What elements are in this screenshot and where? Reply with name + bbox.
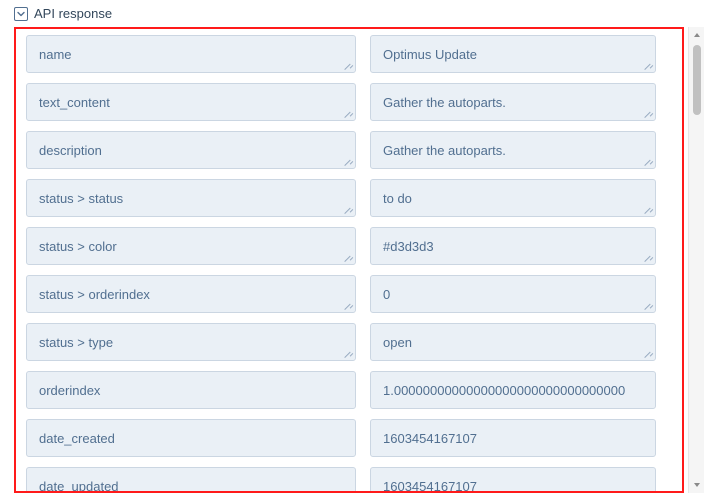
field-key[interactable]: status > orderindex xyxy=(26,275,356,313)
field-key[interactable]: date_created xyxy=(26,419,356,457)
response-row: description Gather the autoparts. xyxy=(26,131,672,169)
response-row: status > color #d3d3d3 xyxy=(26,227,672,265)
field-value[interactable]: Optimus Update xyxy=(370,35,656,73)
field-value[interactable]: Gather the autoparts. xyxy=(370,131,656,169)
field-value[interactable]: #d3d3d3 xyxy=(370,227,656,265)
response-row: status > status to do xyxy=(26,179,672,217)
resize-handle-icon[interactable] xyxy=(645,302,653,310)
section-title: API response xyxy=(34,6,112,21)
scroll-thumb[interactable] xyxy=(693,45,701,115)
response-row: orderindex 1.0000000000000000000000000000… xyxy=(26,371,672,409)
field-value[interactable]: 1603454167107 xyxy=(370,419,656,457)
resize-handle-icon[interactable] xyxy=(345,206,353,214)
field-key[interactable]: name xyxy=(26,35,356,73)
chevron-down-icon xyxy=(17,10,25,18)
resize-handle-icon[interactable] xyxy=(645,254,653,262)
scrollbar[interactable] xyxy=(688,27,704,493)
field-value[interactable]: to do xyxy=(370,179,656,217)
response-row: date_updated 1603454167107 xyxy=(26,467,672,493)
resize-handle-icon[interactable] xyxy=(645,110,653,118)
triangle-up-icon xyxy=(693,31,701,39)
resize-handle-icon[interactable] xyxy=(345,62,353,70)
resize-handle-icon[interactable] xyxy=(345,254,353,262)
section-header: API response xyxy=(0,0,726,27)
response-row: status > orderindex 0 xyxy=(26,275,672,313)
resize-handle-icon[interactable] xyxy=(645,350,653,358)
field-key[interactable]: description xyxy=(26,131,356,169)
response-row: status > type open xyxy=(26,323,672,361)
resize-handle-icon[interactable] xyxy=(645,62,653,70)
scroll-up-arrow[interactable] xyxy=(689,27,704,43)
response-rows: name Optimus Update text_content Gather the… xyxy=(16,29,682,493)
field-key[interactable]: date_updated xyxy=(26,467,356,493)
field-value[interactable]: 1.00000000000000000000000000000000 xyxy=(370,371,656,409)
highlight-box: name Optimus Update text_content Gather the… xyxy=(14,27,684,493)
resize-handle-icon[interactable] xyxy=(645,206,653,214)
collapse-toggle[interactable] xyxy=(14,7,28,21)
scroll-down-arrow[interactable] xyxy=(689,477,704,493)
field-value[interactable]: Gather the autoparts. xyxy=(370,83,656,121)
field-key[interactable]: orderindex xyxy=(26,371,356,409)
field-key[interactable]: status > color xyxy=(26,227,356,265)
field-key[interactable]: text_content xyxy=(26,83,356,121)
resize-handle-icon[interactable] xyxy=(345,110,353,118)
field-key[interactable]: status > type xyxy=(26,323,356,361)
field-key[interactable]: status > status xyxy=(26,179,356,217)
response-row: date_created 1603454167107 xyxy=(26,419,672,457)
response-row: name Optimus Update xyxy=(26,35,672,73)
resize-handle-icon[interactable] xyxy=(345,158,353,166)
resize-handle-icon[interactable] xyxy=(345,350,353,358)
body-wrap: name Optimus Update text_content Gather the… xyxy=(0,27,726,493)
scroll-track[interactable] xyxy=(689,43,704,477)
field-value[interactable]: 1603454167107 xyxy=(370,467,656,493)
resize-handle-icon[interactable] xyxy=(345,302,353,310)
response-row: text_content Gather the autoparts. xyxy=(26,83,672,121)
resize-handle-icon[interactable] xyxy=(645,158,653,166)
triangle-down-icon xyxy=(693,481,701,489)
field-value[interactable]: 0 xyxy=(370,275,656,313)
field-value[interactable]: open xyxy=(370,323,656,361)
